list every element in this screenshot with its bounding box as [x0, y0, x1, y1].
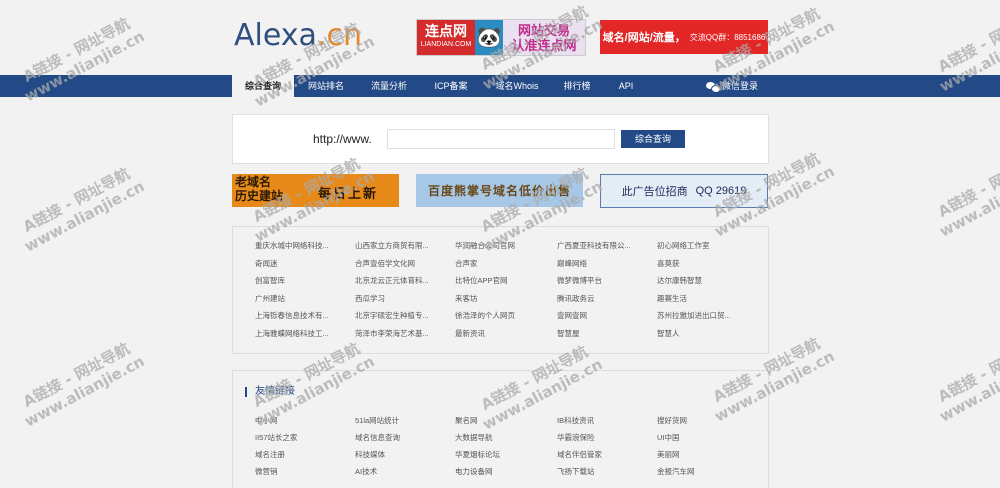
- baidu-domain-banner[interactable]: 百度熊掌号域名低价出售: [416, 174, 583, 207]
- site-link[interactable]: 山西家立方商贸有限...: [355, 240, 429, 251]
- ad-slot-banner[interactable]: 此广告位招商 QQ 29619: [600, 174, 768, 208]
- site-link[interactable]: 聚名网: [455, 415, 478, 426]
- site-link[interactable]: 北京宇硕宏生种植专...: [355, 310, 429, 321]
- site-link[interactable]: 趣赛生活: [657, 293, 687, 304]
- site-link[interactable]: 创富智库: [255, 275, 285, 286]
- wechat-icon: [706, 81, 721, 93]
- site-link[interactable]: 飞扬下载站: [557, 466, 595, 477]
- friend-links-title: 友情链接: [245, 387, 295, 397]
- watermark: A链接 - 网址导航www.alianjie.cn: [20, 339, 148, 431]
- site-link[interactable]: 微梦微博平台: [557, 275, 602, 286]
- header: Alexa.cn 连点网 LIANDIAN.COM 🐼 网站交易 认准连点网 域名/…: [0, 0, 1000, 75]
- site-link[interactable]: AI技术: [355, 466, 377, 477]
- site-link[interactable]: 域名信息查询: [355, 432, 400, 443]
- site-link[interactable]: 腾讯政务云: [557, 293, 595, 304]
- site-link[interactable]: 初心网络工作室: [657, 240, 710, 251]
- domain-traffic-ad-banner[interactable]: 域名/网站/流量， 交流QQ群：8851686: [600, 20, 768, 54]
- friend-links-panel: 友情链接 中小网 51la网站统计 聚名网 IB科技资讯 搜好货网 II57站长之家 域名信…: [232, 370, 769, 488]
- site-link[interactable]: 壹网壹网: [557, 310, 587, 321]
- link-row: 上海铄春信息技术有... 北京宇硕宏生种植专... 徐浩泽的个人网页 壹网壹网 苏州拉雅…: [255, 310, 755, 328]
- site-link[interactable]: 来客坊: [455, 293, 478, 304]
- site-link[interactable]: 西瓜学习: [355, 293, 385, 304]
- link-row: 域名注册 科技媒体 华夏烟标论坛 域名伴侣管家 美丽网: [255, 449, 755, 466]
- site-links-panel: 重庆水城中网络科技... 山西家立方商贸有限... 华润融合公司官网 广西夏亚科技有限…: [232, 226, 769, 354]
- site-link[interactable]: 51la网站统计: [355, 415, 399, 426]
- site-link[interactable]: 搜好货网: [657, 415, 687, 426]
- nav-item-ranking[interactable]: 网站排名: [298, 75, 354, 97]
- site-link[interactable]: 北京龙云正元体育科...: [355, 275, 429, 286]
- site-link[interactable]: 上海雅蝶网络科技工...: [255, 328, 329, 339]
- site-link[interactable]: 上海铄春信息技术有...: [255, 310, 329, 321]
- link-row: II57站长之家 域名信息查询 大数据导航 华霸浪保险 UI中国: [255, 432, 755, 449]
- link-row: 奇闻迷 合声壹佰学文化网 合声家 巅峰网络 喜莫获: [255, 258, 755, 276]
- site-link[interactable]: 智慧人: [657, 328, 680, 339]
- link-row: 中小网 51la网站统计 聚名网 IB科技资讯 搜好货网: [255, 415, 755, 432]
- site-link[interactable]: 电力设备网: [455, 466, 493, 477]
- liandian-ad-banner[interactable]: 连点网 LIANDIAN.COM 🐼 网站交易 认准连点网: [416, 19, 586, 56]
- ad-brand: 连点网 LIANDIAN.COM: [417, 20, 475, 55]
- search-panel: http://www. 综合查询: [232, 114, 769, 164]
- url-prefix-label: http://www.: [313, 132, 372, 146]
- panda-icon: 🐼: [475, 20, 503, 55]
- nav-item-overview[interactable]: 综合查询: [232, 75, 294, 98]
- link-row: 微营销 AI技术 电力设备网 飞扬下载站 金报汽车网: [255, 466, 755, 483]
- site-link[interactable]: IB科技资讯: [557, 415, 594, 426]
- nav-item-traffic[interactable]: 流量分析: [360, 75, 418, 97]
- site-link[interactable]: 重庆水城中网络科技...: [255, 240, 329, 251]
- site-links-grid: 重庆水城中网络科技... 山西家立方商贸有限... 华润融合公司官网 广西夏亚科技有限…: [255, 240, 755, 346]
- watermark: A链接 - 网址导航www.alianjie.cn: [20, 164, 148, 256]
- site-link[interactable]: 广州建站: [255, 293, 285, 304]
- site-link[interactable]: 达尔康韩智慧: [657, 275, 702, 286]
- site-link[interactable]: 苏州拉雅加进出口贸...: [657, 310, 731, 321]
- nav-item-api[interactable]: API: [604, 75, 648, 97]
- banner-text: 每日上新: [318, 187, 379, 202]
- site-link[interactable]: 智慧屋: [557, 328, 580, 339]
- site-link[interactable]: 域名注册: [255, 449, 285, 460]
- site-link[interactable]: 巅峰网络: [557, 258, 587, 269]
- site-logo[interactable]: Alexa.cn: [234, 18, 362, 53]
- site-link[interactable]: 金报汽车网: [657, 466, 695, 477]
- main-nav: 综合查询 网站排名 流量分析 ICP备案 域名Whois 排行榜 API 微信登…: [0, 75, 1000, 98]
- link-row: 重庆水城中网络科技... 山西家立方商贸有限... 华润融合公司官网 广西夏亚科技有限…: [255, 240, 755, 258]
- site-link[interactable]: 合声家: [455, 258, 478, 269]
- site-link[interactable]: 华夏烟标论坛: [455, 449, 500, 460]
- link-row: 上海雅蝶网络科技工... 菏泽市李荣海艺术基... 最新资讯 智慧屋 智慧人: [255, 328, 755, 346]
- wechat-login-link[interactable]: 微信登录: [706, 75, 758, 97]
- old-domain-banner[interactable]: 老域名 历史建站 每日上新: [232, 174, 399, 207]
- search-submit-button[interactable]: 综合查询: [621, 130, 685, 148]
- link-row: 广州建站 西瓜学习 来客坊 腾讯政务云 趣赛生活: [255, 293, 755, 311]
- site-link[interactable]: 中小网: [255, 415, 278, 426]
- site-link[interactable]: 科技媒体: [355, 449, 385, 460]
- site-link[interactable]: 最新资讯: [455, 328, 485, 339]
- banner-text: 老域名 历史建站: [235, 175, 284, 203]
- nav-item-whois[interactable]: 域名Whois: [484, 75, 550, 97]
- site-link[interactable]: UI中国: [657, 432, 680, 443]
- site-link[interactable]: 大数据导航: [455, 432, 493, 443]
- site-link[interactable]: 微营销: [255, 466, 278, 477]
- ad-slogan: 网站交易 认准连点网: [503, 20, 585, 55]
- site-link[interactable]: 华霸浪保险: [557, 432, 595, 443]
- site-link[interactable]: 徐浩泽的个人网页: [455, 310, 515, 321]
- site-link[interactable]: 合声壹佰学文化网: [355, 258, 415, 269]
- site-link[interactable]: 菏泽市李荣海艺术基...: [355, 328, 429, 339]
- site-link[interactable]: 比特位APP官网: [455, 275, 508, 286]
- site-link[interactable]: 美丽网: [657, 449, 680, 460]
- nav-item-leaderboard[interactable]: 排行榜: [556, 75, 598, 97]
- site-link[interactable]: 奇闻迷: [255, 258, 278, 269]
- friend-links-grid: 中小网 51la网站统计 聚名网 IB科技资讯 搜好货网 II57站长之家 域名信息查询 大数…: [255, 415, 755, 483]
- site-link[interactable]: II57站长之家: [255, 432, 298, 443]
- nav-item-icp[interactable]: ICP备案: [424, 75, 478, 97]
- link-row: 创富智库 北京龙云正元体育科... 比特位APP官网 微梦微博平台 达尔康韩智慧: [255, 275, 755, 293]
- site-link[interactable]: 华润融合公司官网: [455, 240, 515, 251]
- watermark: A链接 - 网址导航www.alianjie.cn: [935, 334, 1000, 426]
- site-link[interactable]: 喜莫获: [657, 258, 680, 269]
- watermark: A链接 - 网址导航www.alianjie.cn: [935, 149, 1000, 241]
- domain-search-input[interactable]: [387, 129, 615, 149]
- site-link[interactable]: 域名伴侣管家: [557, 449, 602, 460]
- site-link[interactable]: 广西夏亚科技有限公...: [557, 240, 631, 251]
